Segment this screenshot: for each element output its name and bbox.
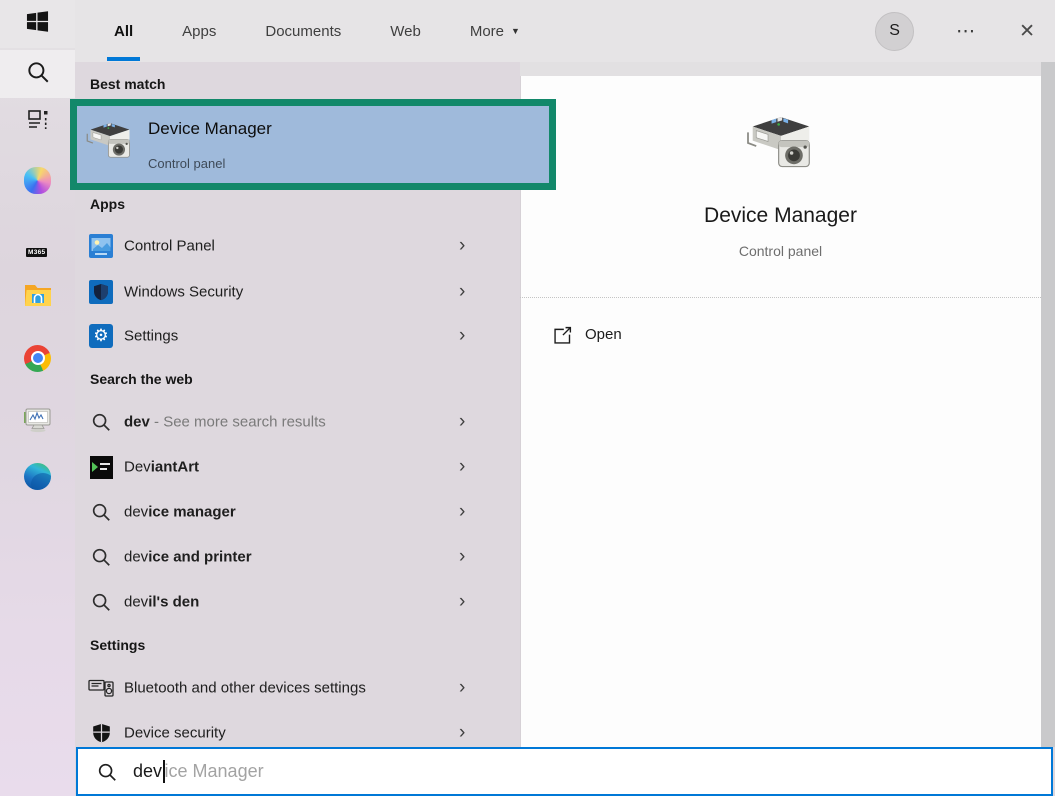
device-manager-icon (742, 110, 820, 181)
close-icon[interactable]: ✕ (1019, 20, 1035, 43)
filter-tabs: All Apps Documents Web More ▼ (107, 0, 527, 62)
chevron-right-icon[interactable]: › (459, 501, 465, 523)
tab-apps[interactable]: Apps (175, 0, 223, 62)
m365-badge: M365 (26, 248, 47, 257)
device-security-icon (88, 720, 114, 746)
best-match-annotation-box (70, 99, 556, 190)
open-external-icon (552, 325, 573, 351)
bluetooth-devices-icon (88, 675, 114, 701)
search-icon (88, 544, 114, 570)
deviantart-icon (88, 454, 114, 480)
chevron-right-icon[interactable]: › (459, 325, 465, 347)
search-input[interactable]: device Manager (76, 747, 1053, 796)
search-header: All Apps Documents Web More ▼ S ⋯ ✕ (75, 0, 1055, 62)
m365-copilot-button[interactable]: M365 (0, 214, 75, 266)
chevron-right-icon[interactable]: › (459, 456, 465, 478)
start-button[interactable] (0, 0, 75, 48)
result-settings[interactable]: ⚙ Settings › (75, 314, 520, 358)
search-icon (25, 59, 51, 90)
task-manager-button[interactable] (0, 398, 75, 446)
web-suggestion-devils-den[interactable]: devil's den › (75, 580, 520, 624)
chevron-down-icon: ▼ (511, 26, 520, 36)
edge-icon (24, 463, 51, 490)
section-apps: Apps (90, 196, 125, 212)
inline-suggestion: ice Manager (165, 761, 264, 782)
section-settings: Settings (90, 637, 145, 653)
tab-more[interactable]: More ▼ (463, 0, 527, 62)
web-suggestion-device-manager[interactable]: device manager › (75, 490, 520, 534)
search-icon (88, 409, 114, 435)
task-view-icon (25, 107, 51, 138)
result-control-panel[interactable]: Control Panel › (75, 224, 520, 268)
tab-all[interactable]: All (107, 0, 140, 62)
open-action[interactable]: Open (540, 318, 1020, 354)
divider (520, 297, 1041, 298)
control-panel-icon (88, 233, 114, 259)
web-suggestion-device-and-printer[interactable]: device and printer › (75, 535, 520, 579)
result-windows-security[interactable]: Windows Security › (75, 270, 520, 314)
search-button[interactable] (0, 50, 75, 98)
task-view-button[interactable] (0, 98, 75, 146)
options-icon[interactable]: ⋯ (956, 20, 977, 43)
preview-title: Device Manager (520, 204, 1041, 228)
task-manager-icon (23, 406, 53, 438)
active-tab-underline (107, 57, 140, 61)
chrome-icon (24, 345, 51, 372)
section-best-match: Best match (90, 76, 165, 92)
taskbar: M365 (0, 0, 75, 796)
web-suggestion-dev[interactable]: dev - See more search results › (75, 400, 520, 444)
chevron-right-icon[interactable]: › (459, 281, 465, 303)
section-search-web: Search the web (90, 371, 193, 387)
copilot-icon (24, 167, 51, 194)
web-suggestion-deviantart[interactable]: DeviantArt › (75, 445, 520, 489)
chevron-right-icon[interactable]: › (459, 546, 465, 568)
best-match-subtitle: Control panel (148, 156, 225, 171)
copilot-button[interactable] (0, 156, 75, 204)
search-icon (88, 589, 114, 615)
windows-logo-icon (26, 10, 49, 38)
chevron-right-icon[interactable]: › (459, 411, 465, 433)
chrome-button[interactable] (0, 334, 75, 382)
typed-query: dev (133, 761, 162, 782)
avatar[interactable]: S (875, 12, 914, 51)
right-margin-strip (1041, 62, 1055, 747)
chevron-right-icon[interactable]: › (459, 722, 465, 744)
edge-button[interactable] (0, 452, 75, 500)
tab-documents[interactable]: Documents (258, 0, 348, 62)
chevron-right-icon[interactable]: › (459, 235, 465, 257)
result-bluetooth-settings[interactable]: Bluetooth and other devices settings › (75, 666, 520, 710)
preview-subtitle: Control panel (520, 243, 1041, 259)
device-manager-icon (84, 118, 136, 169)
best-match-title[interactable]: Device Manager (148, 119, 272, 139)
chevron-right-icon[interactable]: › (459, 591, 465, 613)
windows-security-icon (88, 279, 114, 305)
file-explorer-icon (24, 282, 52, 312)
tab-web[interactable]: Web (383, 0, 428, 62)
panel-gap (520, 62, 1055, 76)
chevron-right-icon[interactable]: › (459, 677, 465, 699)
m365-copilot-icon: M365 (23, 223, 52, 257)
settings-icon: ⚙ (88, 323, 114, 349)
file-explorer-button[interactable] (0, 273, 75, 321)
search-icon (88, 499, 114, 525)
search-icon (96, 761, 118, 783)
